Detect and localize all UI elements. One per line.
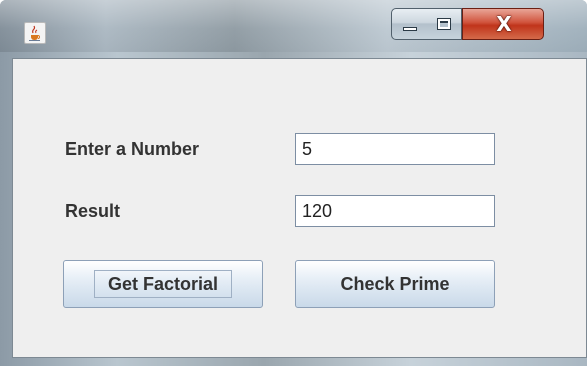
result-field[interactable] (295, 195, 495, 227)
number-input[interactable] (295, 133, 495, 165)
result-label: Result (65, 201, 121, 221)
close-icon: X (496, 12, 512, 36)
app-window: X Enter a Number Result Get Factorial Ch… (0, 0, 587, 366)
java-cup-icon[interactable] (24, 22, 46, 44)
close-button[interactable]: X (462, 8, 544, 40)
get-factorial-button[interactable]: Get Factorial (63, 260, 263, 308)
minimize-icon (403, 27, 417, 31)
content-panel: Enter a Number Result Get Factorial Chec… (12, 58, 587, 358)
check-prime-label: Check Prime (340, 273, 450, 294)
minimize-button[interactable] (391, 8, 427, 40)
maximize-button[interactable] (426, 8, 462, 40)
title-bar[interactable]: X (0, 0, 587, 52)
maximize-icon (437, 18, 451, 30)
check-prime-button[interactable]: Check Prime (295, 260, 495, 308)
number-label: Enter a Number (65, 139, 200, 159)
get-factorial-label: Get Factorial (107, 273, 219, 294)
